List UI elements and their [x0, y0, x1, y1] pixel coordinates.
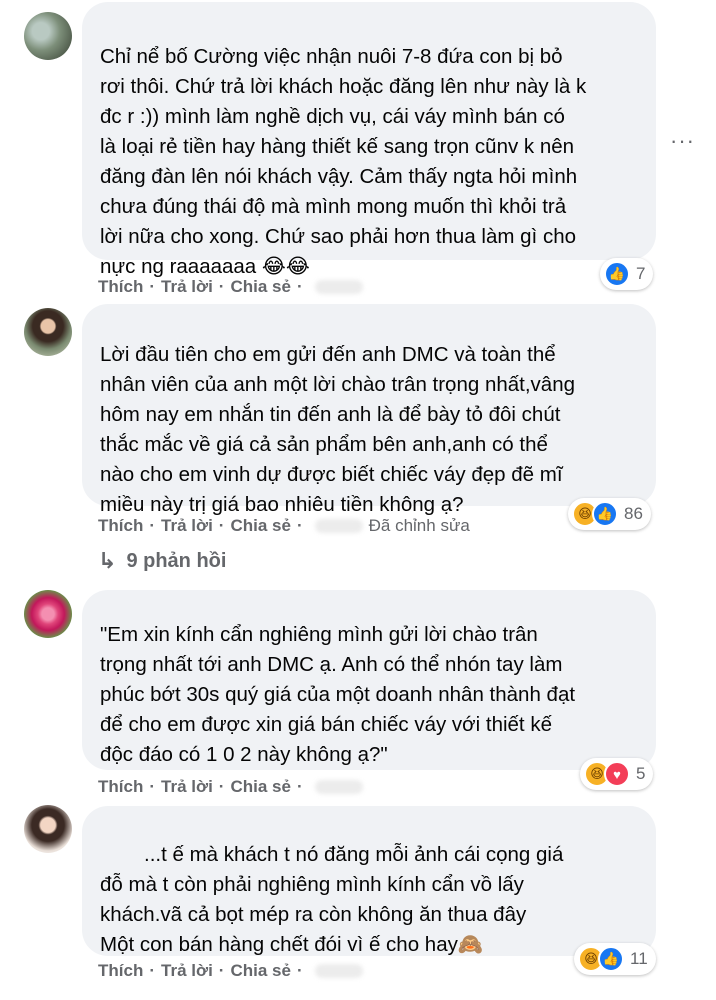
like-link[interactable]: Thích — [98, 777, 143, 797]
comment-text: đăng đàn lên nói khách vậy. Cảm thấy ngt… — [100, 165, 578, 188]
comment-text: khách.vã cả bọt mép ra còn không ăn thua… — [100, 903, 527, 926]
comment-text: lời nữa cho xong. Chứ sao phải hơn thua … — [100, 225, 576, 248]
reaction-count: 11 — [630, 949, 648, 968]
comment-text: đỗ mà t còn phải nghiêng mình kính cẩn v… — [100, 873, 524, 896]
reaction-summary[interactable]: 👍 7 — [600, 258, 654, 290]
like-reaction-icon: 👍 — [592, 501, 618, 527]
avatar[interactable] — [24, 308, 72, 356]
separator-dot: · — [218, 961, 225, 980]
comment-bubble: "Em xin kính cẩn nghiêng mình gửi lời ch… — [82, 590, 656, 770]
separator-dot: · — [218, 516, 225, 535]
avatar[interactable] — [24, 590, 72, 638]
edited-label[interactable]: Đã chỉnh sửa — [369, 516, 470, 536]
reply-link[interactable]: Trả lời — [161, 516, 213, 536]
comment-text: hôm nay em nhắn tin đến anh là để bày tỏ… — [100, 403, 561, 426]
separator-dot: · — [149, 516, 156, 535]
comment-text: rơi thôi. Chứ trả lời khách hoặc đăng lê… — [100, 75, 587, 98]
more-options-icon[interactable]: ··· — [670, 128, 695, 154]
separator-dot: · — [218, 277, 225, 296]
comment-bubble: Lời đầu tiên cho em gửi đến anh DMC và t… — [82, 304, 656, 516]
comment-actions: Thích · Trả lời · Chia sẻ · Đã chỉnh sửa — [98, 514, 470, 538]
comment-actions: Thích · Trả lời · Chia sẻ · — [98, 775, 363, 799]
like-reaction-icon: 👍 — [604, 261, 630, 287]
view-replies-link[interactable]: ↳ 9 phản hồi — [98, 548, 226, 574]
comment-text: là loại rẻ tiền hay hàng thiết kế sang t… — [100, 135, 575, 158]
share-link[interactable]: Chia sẻ — [230, 516, 290, 536]
separator-dot: · — [218, 777, 225, 796]
avatar[interactable] — [24, 805, 72, 853]
comment-text: thắc mắc về giá cả sản phẩm bên anh,anh … — [100, 433, 548, 456]
share-link[interactable]: Chia sẻ — [230, 777, 290, 797]
reply-link[interactable]: Trả lời — [161, 777, 213, 797]
reaction-count: 86 — [624, 504, 643, 523]
separator-dot: · — [149, 961, 156, 980]
timestamp[interactable] — [314, 280, 363, 294]
reaction-count: 5 — [636, 764, 646, 783]
reply-arrow-icon: ↳ — [98, 548, 117, 573]
separator-dot: · — [149, 277, 156, 296]
comment-actions: Thích · Trả lời · Chia sẻ · — [98, 959, 363, 983]
comment-text: đc r :)) mình làm nghề dịch vụ, cái váy … — [100, 105, 565, 128]
separator-dot: · — [296, 777, 303, 796]
like-link[interactable]: Thích — [98, 961, 143, 981]
comment-text: ...t ế mà khách t nó đăng mỗi ảnh cái cọ… — [144, 843, 564, 866]
comment-text: để cho em được xin giá bán chiếc váy với… — [100, 713, 552, 736]
timestamp[interactable] — [314, 519, 363, 533]
like-link[interactable]: Thích — [98, 277, 143, 297]
comment-text: chưa đúng thái độ mà mình mong muốn thì … — [100, 195, 567, 218]
reaction-summary[interactable]: 😆 ♥ 5 — [580, 758, 654, 790]
comment-text: Lời đầu tiên cho em gửi đến anh DMC và t… — [100, 343, 556, 366]
comment-text: nào cho em vinh dự được biết chiếc váy đ… — [100, 463, 563, 486]
avatar[interactable] — [24, 12, 72, 60]
separator-dot: · — [149, 777, 156, 796]
comment-bubble: Chỉ nể bố Cường việc nhận nuôi 7-8 đứa c… — [82, 2, 656, 278]
reply-link[interactable]: Trả lời — [161, 961, 213, 981]
reaction-summary[interactable]: 😆 👍 86 — [568, 498, 651, 530]
separator-dot: · — [296, 277, 303, 296]
reaction-count: 7 — [636, 264, 646, 283]
love-reaction-icon: ♥ — [604, 761, 630, 787]
comment-text: Chỉ nể bố Cường việc nhận nuôi 7-8 đứa c… — [100, 45, 563, 68]
timestamp[interactable] — [314, 964, 363, 978]
comment-text: độc đáo có 1 0 2 này không ạ?" — [100, 743, 388, 766]
like-link[interactable]: Thích — [98, 516, 143, 536]
comment-text: "Em xin kính cẩn nghiêng mình gửi lời ch… — [100, 623, 538, 646]
share-link[interactable]: Chia sẻ — [230, 277, 290, 297]
separator-dot: · — [296, 516, 303, 535]
replies-count-label: 9 phản hồi — [126, 549, 227, 572]
reaction-summary[interactable]: 😆 👍 11 — [574, 943, 656, 975]
comment-text: nhân viên của anh một lời chào trân trọn… — [100, 373, 576, 396]
comment-actions: Thích · Trả lời · Chia sẻ · — [98, 275, 363, 299]
timestamp[interactable] — [314, 780, 363, 794]
like-reaction-icon: 👍 — [598, 946, 624, 972]
separator-dot: · — [296, 961, 303, 980]
comment-bubble: ...t ế mà khách t nó đăng mỗi ảnh cái cọ… — [82, 806, 656, 956]
comment-text: trọng nhất tới anh DMC ạ. Anh có thể nhó… — [100, 653, 563, 676]
reply-link[interactable]: Trả lời — [161, 277, 213, 297]
comment-text: phúc bớt 30s quý giá của một doanh nhân … — [100, 683, 576, 706]
share-link[interactable]: Chia sẻ — [230, 961, 290, 981]
comment-text: Một con bán hàng chết đói vì ế cho hay🙈 — [100, 933, 484, 956]
